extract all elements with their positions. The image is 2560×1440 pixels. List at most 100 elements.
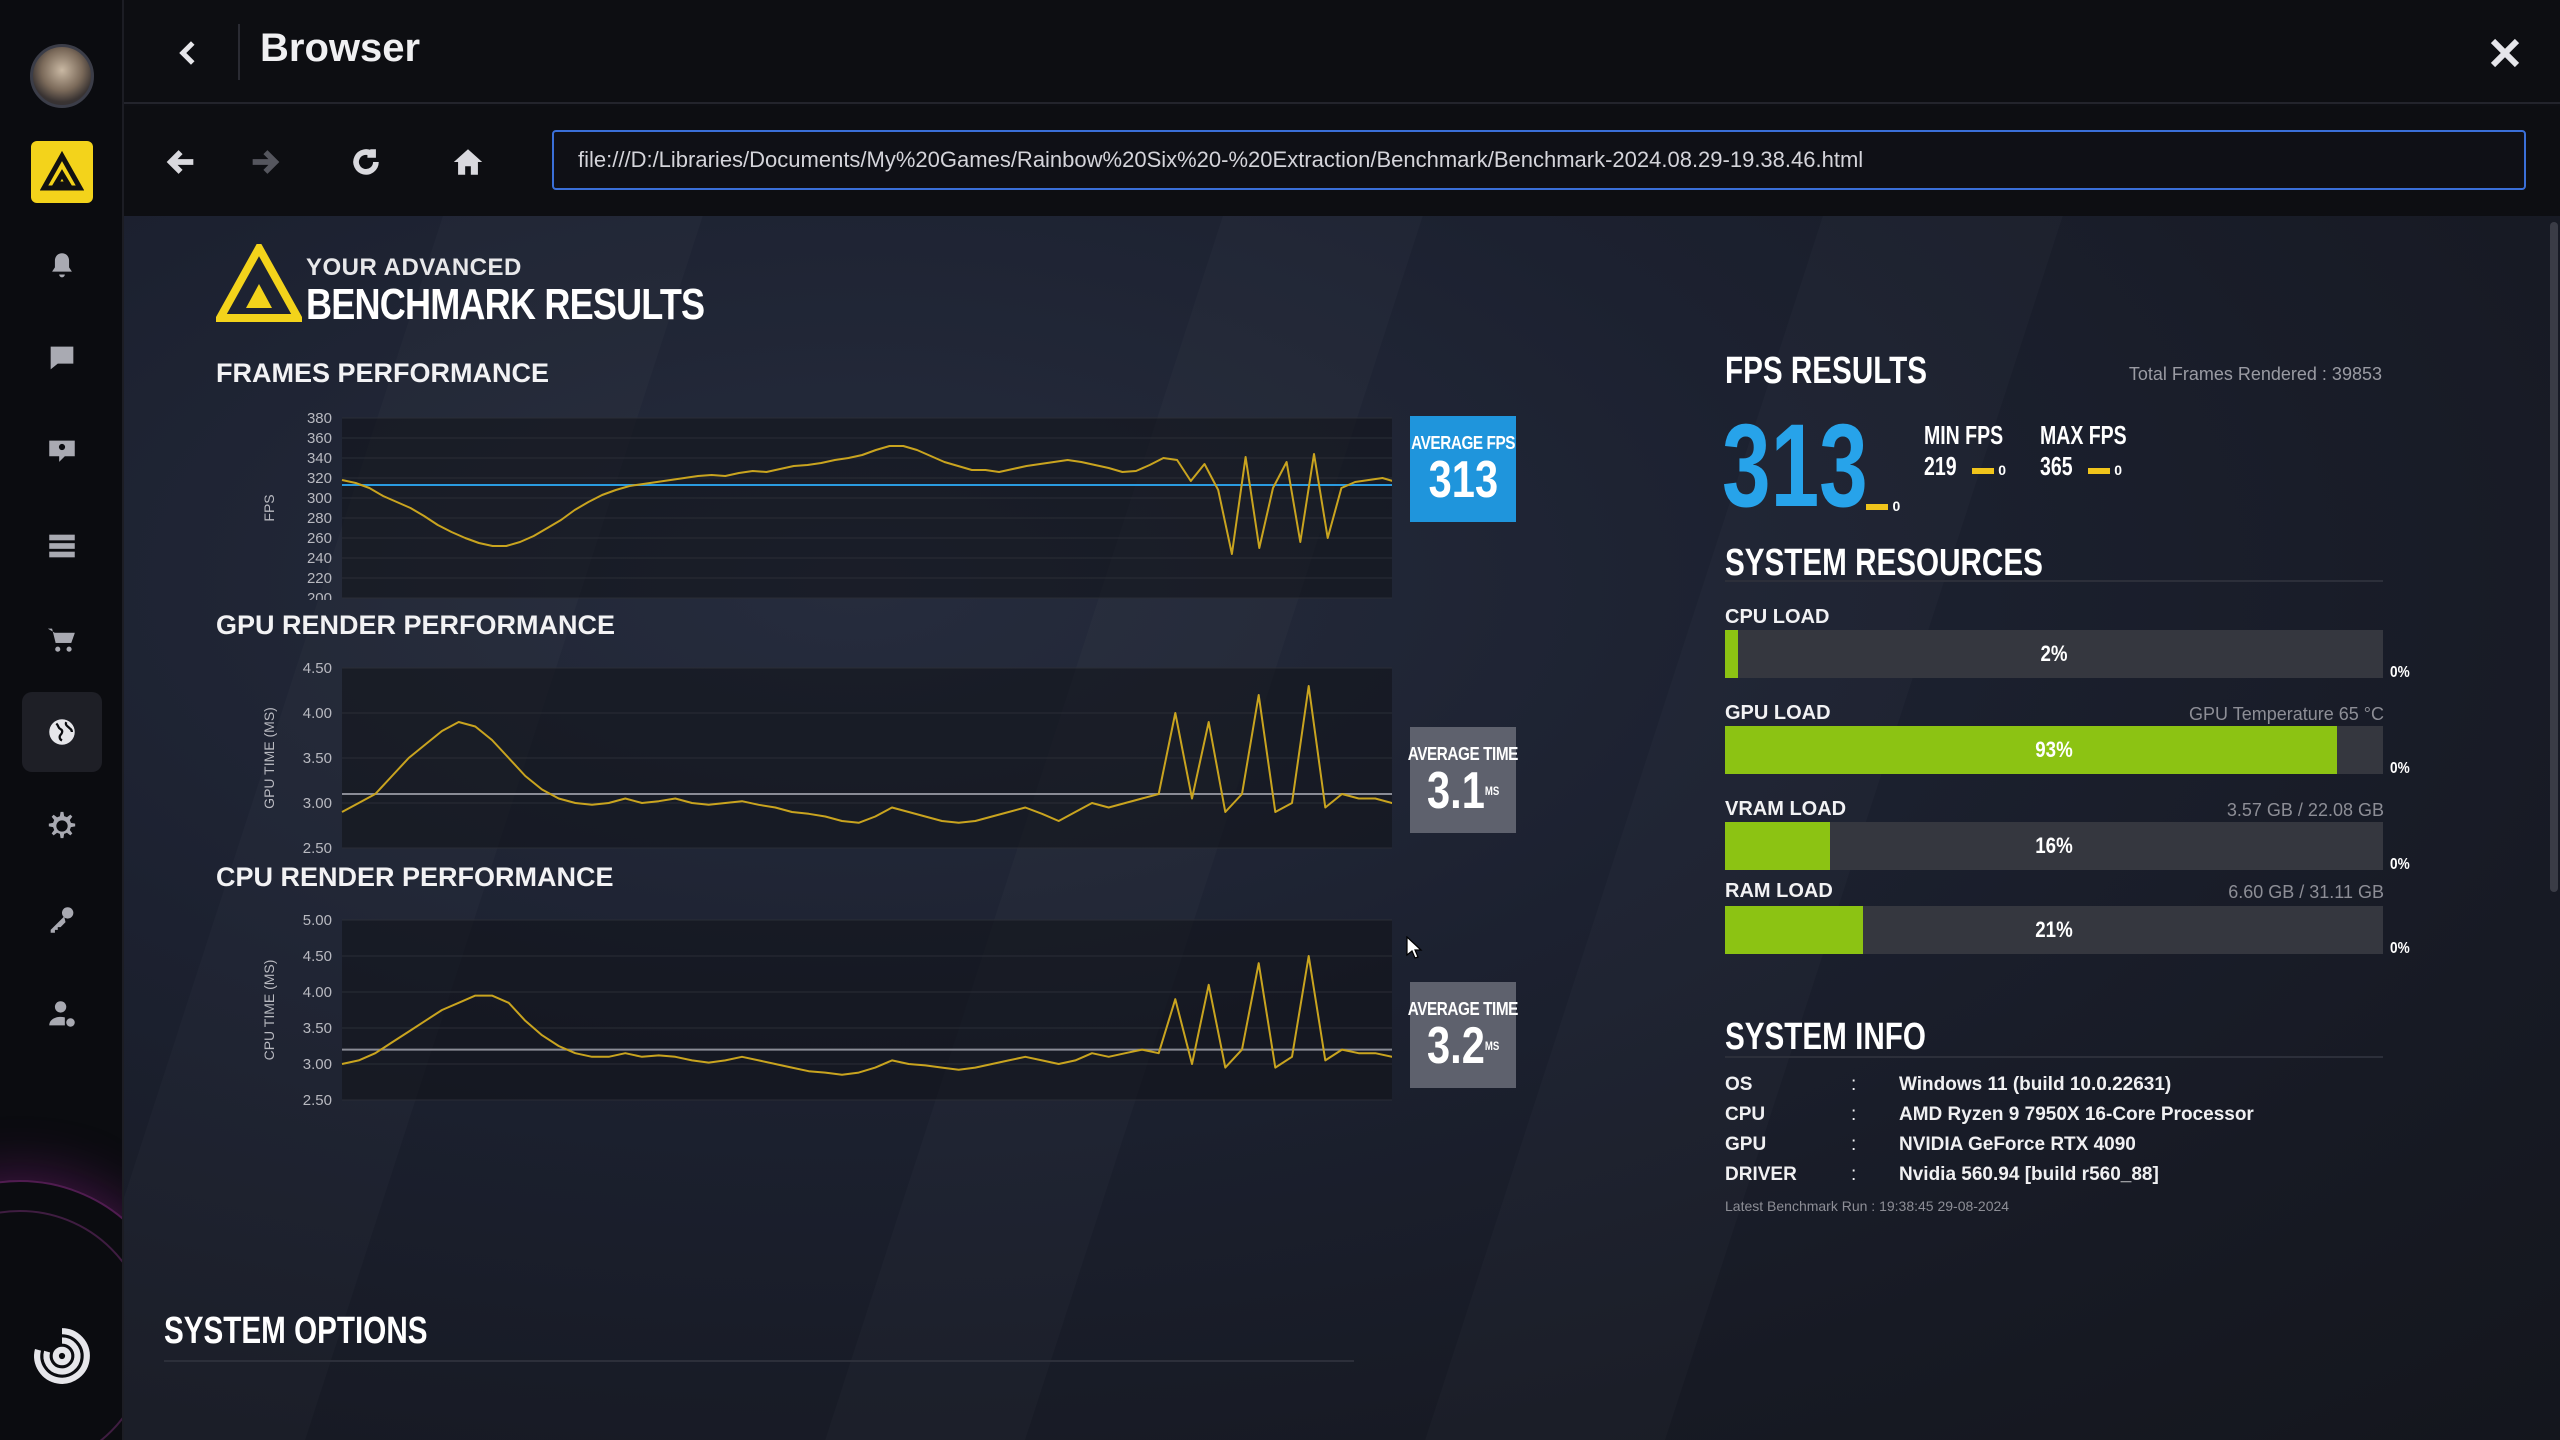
y-tick-label: 360 (307, 430, 332, 447)
gpu-load-percent: 93% (2035, 737, 2073, 762)
average-gpu-time-value: 3.1MS (1427, 765, 1499, 817)
key-icon (50, 907, 74, 933)
average-cpu-time-value: 3.2MS (1427, 1020, 1499, 1072)
sidebar (0, 0, 124, 1440)
scrollbar[interactable] (2548, 216, 2560, 896)
sysinfo-key: OS (1725, 1074, 1753, 1095)
cpu-chart-heading: CPU RENDER PERFORMANCE (216, 862, 614, 892)
average-fps-badge: AVERAGE FPS 313 (1410, 416, 1516, 522)
gear-icon (48, 811, 76, 839)
y-tick-label: 320 (307, 470, 332, 487)
average-fps-number: 313 (1428, 450, 1498, 509)
page-title: Browser (260, 26, 421, 70)
average-cpu-time-unit: MS (1484, 1038, 1500, 1053)
delta-dash-icon (2087, 467, 2110, 474)
sysinfo-separator: : (1851, 1164, 1857, 1185)
friends-chat-icon (49, 440, 75, 462)
min-fps-value: 219 (1924, 451, 1957, 481)
delta-dash-icon (1971, 467, 1994, 474)
delta-dash-icon (1866, 503, 1888, 510)
max-fps-value: 365 (2040, 451, 2073, 481)
sysinfo-value: Nvidia 560.94 [build r560_88] (1899, 1164, 2159, 1185)
chat-button[interactable] (22, 318, 102, 398)
system-info-title: SYSTEM INFO (1725, 1016, 1926, 1058)
brand-subtitle: YOUR ADVANCED (306, 254, 522, 281)
gpu-temperature: GPU Temperature 65 °C (2189, 704, 2384, 724)
sysinfo-separator: : (1851, 1134, 1857, 1155)
scrollbar-thumb[interactable] (2550, 222, 2558, 892)
url-input[interactable]: file:///D:/Libraries/Documents/My%20Game… (552, 130, 2526, 190)
home-button[interactable] (440, 134, 496, 190)
y-tick-label: 2.50 (303, 1092, 332, 1109)
reload-button[interactable] (338, 134, 394, 190)
ubisoft-connect-button[interactable] (22, 1316, 102, 1396)
total-frames-rendered: Total Frames Rendered : 39853 (2128, 364, 2382, 384)
library-button[interactable] (22, 506, 102, 586)
keys-button[interactable] (22, 880, 102, 960)
rainbow-six-extraction-icon (31, 141, 93, 203)
cart-icon (47, 628, 75, 652)
back-button[interactable] (164, 28, 214, 78)
nav-forward-button[interactable] (236, 134, 292, 190)
gpu-load-bar: 93% (1725, 726, 2383, 774)
divider (164, 1360, 1354, 1362)
y-axis-label: CPU TIME (MS) (261, 960, 277, 1061)
fps-results-title: FPS RESULTS (1725, 350, 1928, 392)
y-tick-label: 3.50 (303, 1020, 332, 1037)
y-tick-label: 240 (307, 550, 332, 567)
gpu-load-label: GPU LOAD (1725, 702, 1831, 724)
y-tick-label: 260 (307, 530, 332, 547)
divider (1725, 1056, 2383, 1058)
benchmark-page: YOUR ADVANCED BENCHMARK RESULTS FRAMES P… (124, 216, 2560, 1440)
ram-usage: 6.60 GB / 31.11 GB (2228, 882, 2384, 902)
latest-benchmark-run: Latest Benchmark Run : 19:38:45 29-08-20… (1725, 1198, 2010, 1214)
user-settings-icon (49, 1001, 75, 1027)
rainbow-six-logo (216, 244, 302, 322)
max-fps-label: MAX FPS (2040, 420, 2127, 450)
sysinfo-separator: : (1851, 1074, 1857, 1095)
vram-load-bar: 16% (1725, 822, 2383, 870)
home-icon (453, 149, 483, 175)
cpu-load-delta: 0% (2390, 664, 2410, 681)
game-app-button[interactable] (22, 132, 102, 212)
y-tick-label: 280 (307, 510, 332, 527)
profile-avatar-button[interactable] (22, 36, 102, 116)
vram-load-delta: 0% (2390, 856, 2410, 873)
mouse-cursor-icon (1406, 936, 1423, 959)
sysinfo-separator: : (1851, 1104, 1857, 1125)
frames-chart-heading: FRAMES PERFORMANCE (216, 358, 550, 388)
divider (1725, 580, 2383, 582)
settings-button[interactable] (22, 786, 102, 866)
ram-load-label: RAM LOAD (1725, 880, 1833, 902)
min-fps-delta: 0 (1998, 462, 2007, 478)
friends-button[interactable] (22, 412, 102, 492)
y-tick-label: 2.50 (303, 840, 332, 856)
y-tick-label: 220 (307, 570, 332, 587)
y-tick-label: 200 (307, 590, 332, 600)
browser-button[interactable] (22, 692, 102, 772)
y-tick-label: 3.50 (303, 750, 332, 767)
nav-back-button[interactable] (154, 134, 210, 190)
average-gpu-time-number: 3.1 (1426, 761, 1485, 820)
plot-area (342, 418, 1392, 598)
reload-icon (353, 149, 379, 175)
close-button[interactable] (2480, 28, 2530, 78)
browser-toolbar: file:///D:/Libraries/Documents/My%20Game… (124, 106, 2560, 216)
cpu-load-bar: 2% (1725, 630, 2383, 678)
sysinfo-value: AMD Ryzen 9 7950X 16-Core Processor (1899, 1104, 2254, 1125)
chat-icon (50, 346, 74, 370)
average-fps-delta-value: 0 (1892, 498, 1901, 514)
average-fps-large: 313 (1722, 400, 1868, 532)
max-fps-delta: 0 (2114, 462, 2123, 478)
y-tick-label: 4.50 (303, 948, 332, 965)
account-button[interactable] (22, 974, 102, 1054)
y-axis-label: GPU TIME (MS) (261, 707, 277, 809)
notifications-button[interactable] (22, 226, 102, 306)
store-button[interactable] (22, 600, 102, 680)
ram-load-bar: 21% (1725, 906, 2383, 954)
close-icon (2490, 38, 2520, 68)
y-tick-label: 4.00 (303, 705, 332, 722)
library-icon (49, 534, 75, 558)
cpu-load-label: CPU LOAD (1725, 606, 1830, 628)
sysinfo-value: Windows 11 (build 10.0.22631) (1899, 1074, 2172, 1095)
